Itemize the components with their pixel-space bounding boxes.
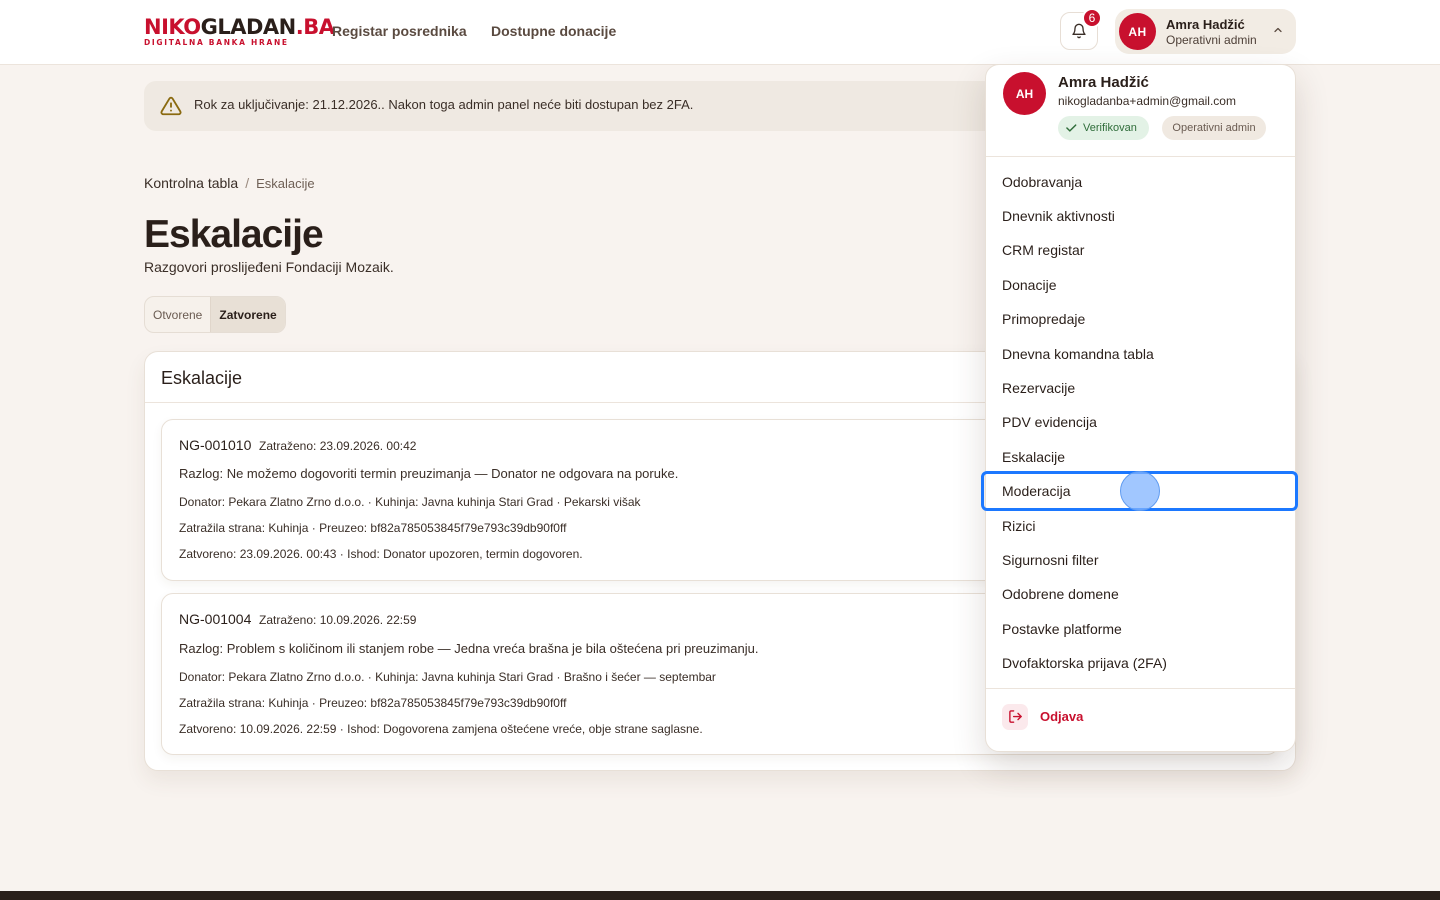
breadcrumb-current: Eskalacije bbox=[256, 176, 315, 191]
escalation-reason: Razlog: Problem s količinom ili stanjem … bbox=[179, 641, 759, 656]
top-header: NIKOGLADAN.BA DIGITALNA BANKA HRANE Regi… bbox=[0, 0, 1440, 65]
chevron-up-icon bbox=[1274, 27, 1282, 33]
avatar: AH bbox=[1003, 72, 1046, 115]
user-name: Amra Hadžić bbox=[1166, 17, 1245, 32]
menu-item-donacije[interactable]: Donacije bbox=[1002, 277, 1282, 293]
site-logo[interactable]: NIKOGLADAN.BA DIGITALNA BANKA HRANE bbox=[144, 15, 335, 48]
menu-item-primopredaje[interactable]: Primopredaje bbox=[1002, 311, 1282, 327]
breadcrumb-separator: / bbox=[245, 175, 250, 191]
dropdown-user-name: Amra Hadžić bbox=[1058, 74, 1149, 91]
menu-item-odobrene-domene[interactable]: Odobrene domene bbox=[1002, 586, 1282, 602]
menu-item-eskalacije[interactable]: Eskalacije bbox=[1002, 449, 1282, 465]
breadcrumb: Kontrolna tabla / Eskalacije bbox=[144, 175, 315, 191]
panel-title: Eskalacije bbox=[161, 368, 243, 388]
nav-link-dostupne-donacije[interactable]: Dostupne donacije bbox=[491, 23, 616, 39]
warning-text: Rok za uključivanje: 21.12.2026.. Nakon … bbox=[194, 97, 694, 112]
warning-triangle-icon bbox=[160, 96, 182, 116]
menu-item-dnevnik-aktivnosti[interactable]: Dnevnik aktivnosti bbox=[1002, 208, 1282, 224]
nav-link-registar-posrednika[interactable]: Registar posrednika bbox=[332, 23, 467, 39]
dropdown-divider bbox=[986, 688, 1295, 689]
dropdown-user-email: nikogladanba+admin@gmail.com bbox=[1058, 94, 1236, 108]
escalation-requested: Zatraženo: 23.09.2026. 00:42 bbox=[259, 439, 417, 453]
escalation-closed: Zatvoreno: 23.09.2026. 00:43 · Ishod: Do… bbox=[179, 547, 583, 561]
escalation-requester: Zatražila strana: Kuhinja · Preuzeo: bf8… bbox=[179, 521, 567, 535]
user-dropdown-menu: AH Amra Hadžić nikogladanba+admin@gmail.… bbox=[985, 64, 1296, 752]
verified-label: Verifikovan bbox=[1083, 122, 1137, 134]
logout-icon bbox=[1002, 703, 1028, 730]
escalation-id: NG-001004 bbox=[179, 611, 252, 627]
menu-item-odobravanja[interactable]: Odobravanja bbox=[1002, 174, 1282, 190]
logo-wordmark: NIKOGLADAN.BA bbox=[144, 15, 335, 39]
page-title: Eskalacije bbox=[144, 213, 324, 256]
menu-item-postavke-platforme[interactable]: Postavke platforme bbox=[1002, 621, 1282, 637]
user-role: Operativni admin bbox=[1166, 33, 1257, 47]
avatar: AH bbox=[1119, 13, 1156, 50]
escalation-parties: Donator: Pekara Zlatno Zrno d.o.o. · Kuh… bbox=[179, 495, 641, 509]
notifications-button[interactable]: 6 bbox=[1060, 8, 1102, 50]
menu-item-rezervacije[interactable]: Rezervacije bbox=[1002, 380, 1282, 396]
menu-item-rizici[interactable]: Rizici bbox=[1002, 518, 1282, 534]
menu-item-sigurnosni-filter[interactable]: Sigurnosni filter bbox=[1002, 552, 1282, 568]
menu-item-crm-registar[interactable]: CRM registar bbox=[1002, 242, 1282, 258]
escalation-reason: Razlog: Ne možemo dogovoriti termin preu… bbox=[179, 466, 679, 481]
verified-badge: Verifikovan bbox=[1058, 116, 1149, 140]
dropdown-divider bbox=[986, 156, 1295, 157]
page-subtitle: Razgovori proslijeđeni Fondaciji Mozaik. bbox=[144, 259, 394, 275]
escalation-closed: Zatvoreno: 10.09.2026. 22:59 · Ishod: Do… bbox=[179, 722, 703, 736]
escalation-id: NG-001010 bbox=[179, 437, 252, 453]
footer-strip bbox=[0, 891, 1440, 900]
check-icon bbox=[1066, 124, 1077, 132]
user-menu-toggle[interactable]: AH Amra Hadžić Operativni admin bbox=[1115, 9, 1296, 54]
logout-button[interactable]: Odjava bbox=[1002, 703, 1083, 730]
menu-item-2fa[interactable]: Dvofaktorska prijava (2FA) bbox=[1002, 655, 1282, 671]
status-tabs: Otvorene Zatvorene bbox=[144, 296, 286, 333]
pointer-cursor bbox=[1120, 471, 1160, 511]
escalation-parties: Donator: Pekara Zlatno Zrno d.o.o. · Kuh… bbox=[179, 670, 716, 684]
logo-tagline: DIGITALNA BANKA HRANE bbox=[144, 38, 289, 47]
tab-otvorene[interactable]: Otvorene bbox=[145, 297, 210, 332]
escalation-requested: Zatraženo: 10.09.2026. 22:59 bbox=[259, 613, 417, 627]
role-badge: Operativni admin bbox=[1162, 116, 1266, 140]
menu-item-pdv-evidencija[interactable]: PDV evidencija bbox=[1002, 414, 1282, 430]
notification-count-badge: 6 bbox=[1082, 8, 1102, 28]
escalation-requester: Zatražila strana: Kuhinja · Preuzeo: bf8… bbox=[179, 696, 567, 710]
tab-zatvorene[interactable]: Zatvorene bbox=[210, 297, 285, 332]
breadcrumb-link-kontrolna-tabla[interactable]: Kontrolna tabla bbox=[144, 175, 238, 191]
logout-label: Odjava bbox=[1040, 709, 1084, 724]
menu-item-dnevna-komandna-tabla[interactable]: Dnevna komandna tabla bbox=[1002, 346, 1282, 362]
